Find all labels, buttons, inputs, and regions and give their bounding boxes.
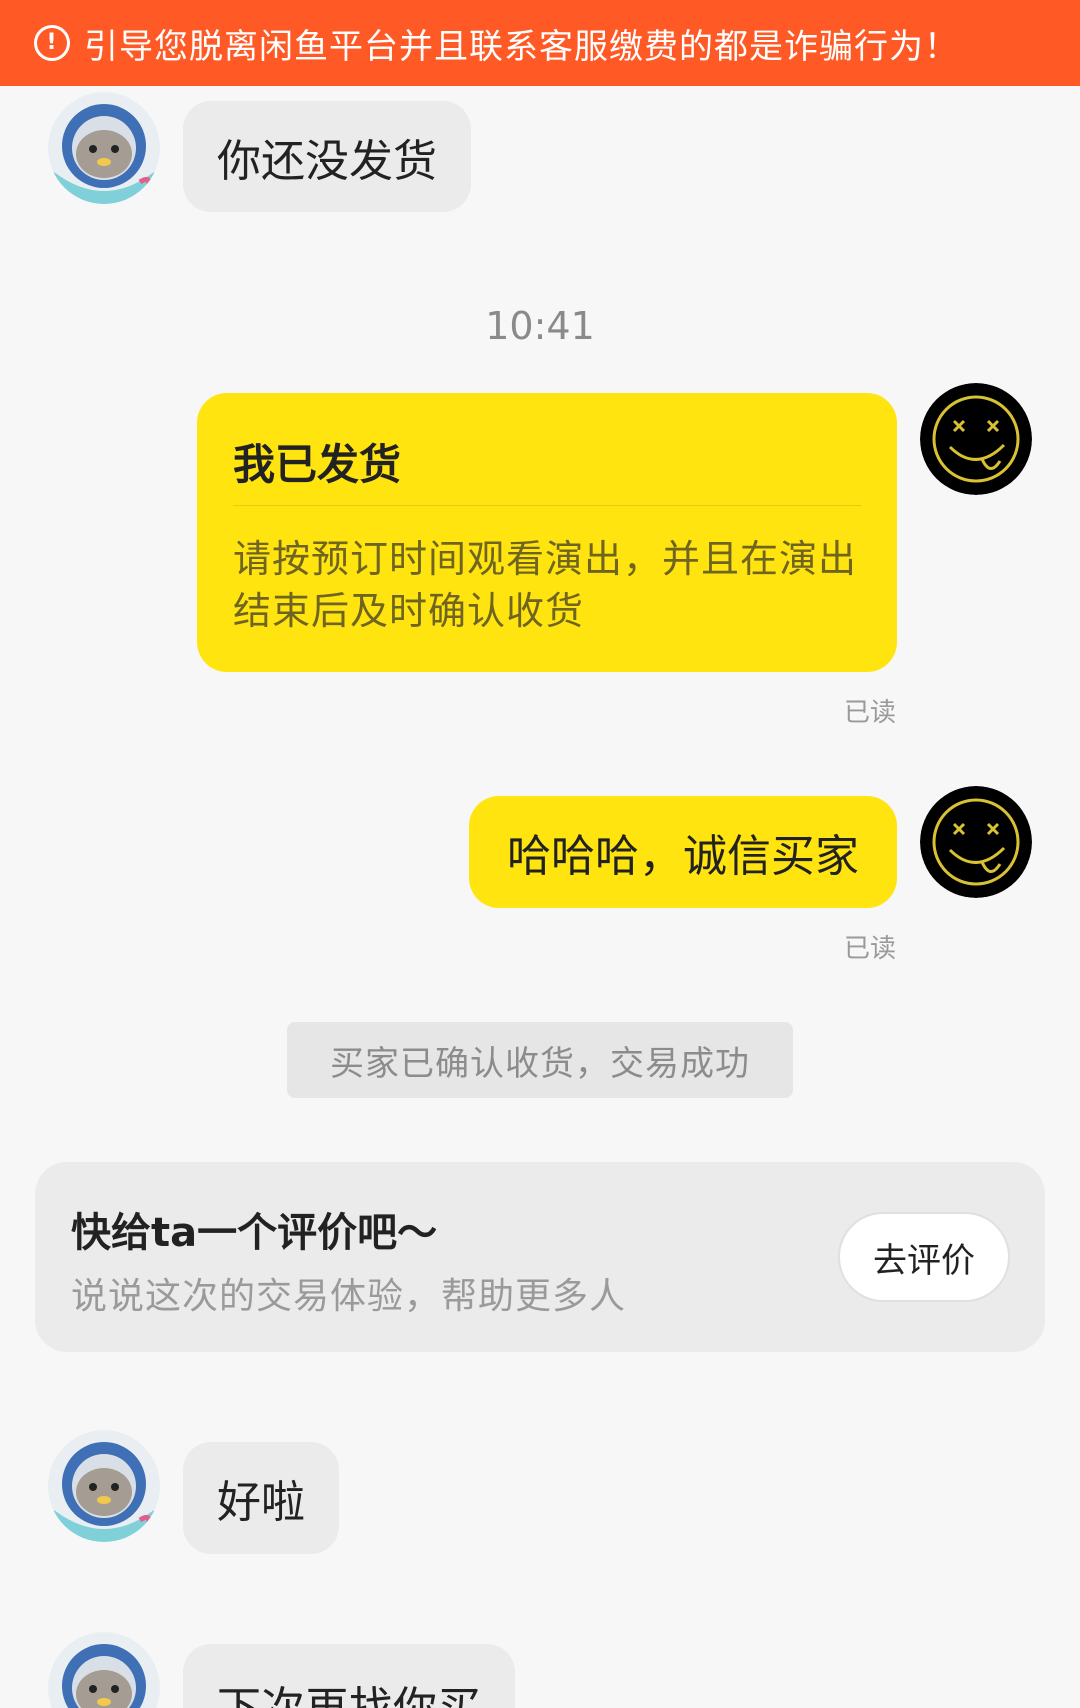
buyer-avatar[interactable] bbox=[48, 1430, 160, 1542]
buyer-avatar[interactable] bbox=[48, 1632, 160, 1708]
my-avatar[interactable] bbox=[920, 786, 1032, 898]
message-text: 下次再找你买 bbox=[217, 1672, 481, 1708]
card-body-line: 结束后及时确认收货 bbox=[233, 589, 585, 633]
read-status: 已读 bbox=[843, 698, 896, 728]
review-prompt-card: 快给ta一个评价吧～ 说说这次的交易体验，帮助更多人 去评价 bbox=[35, 1162, 1045, 1352]
message-timestamp: 10:41 bbox=[485, 304, 595, 348]
review-subtitle: 说说这次的交易体验，帮助更多人 bbox=[71, 1276, 627, 1317]
write-review-button[interactable]: 去评价 bbox=[838, 1212, 1010, 1302]
transaction-complete-note: 买家已确认收货，交易成功 bbox=[287, 1022, 793, 1098]
my-avatar[interactable] bbox=[920, 383, 1032, 495]
card-body: 请按预订时间观看演出，并且在演出 结束后及时确认收货 bbox=[233, 533, 857, 637]
buyer-avatar[interactable] bbox=[48, 92, 160, 204]
message-bubble-outgoing[interactable]: 哈哈哈，诚信买家 bbox=[469, 796, 897, 908]
fraud-warning-text: 引导您脱离闲鱼平台并且联系客服缴费的都是诈骗行为！ bbox=[84, 26, 959, 67]
message-text: 哈哈哈，诚信买家 bbox=[507, 831, 859, 882]
chat-screen: ! 引导您脱离闲鱼平台并且联系客服缴费的都是诈骗行为！ 你还没发货 10:41 … bbox=[0, 0, 1080, 1708]
message-bubble-incoming[interactable]: 下次再找你买 bbox=[183, 1644, 515, 1708]
system-note-text: 买家已确认收货，交易成功 bbox=[330, 1043, 750, 1084]
card-body-line: 请按预订时间观看演出，并且在演出 bbox=[233, 537, 858, 581]
shipped-notice-card[interactable]: 我已发货 请按预订时间观看演出，并且在演出 结束后及时确认收货 bbox=[197, 393, 897, 672]
message-text: 好啦 bbox=[217, 1477, 305, 1528]
read-status: 已读 bbox=[843, 934, 896, 964]
alert-circle-icon: ! bbox=[34, 25, 70, 61]
message-bubble-incoming[interactable]: 好啦 bbox=[183, 1442, 339, 1554]
review-title: 快给ta一个评价吧～ bbox=[71, 1210, 438, 1256]
card-title: 我已发货 bbox=[233, 440, 402, 489]
message-text: 你还没发货 bbox=[217, 135, 437, 187]
message-bubble-incoming[interactable]: 你还没发货 bbox=[183, 101, 471, 212]
card-divider bbox=[233, 505, 861, 506]
fraud-warning-banner: ! 引导您脱离闲鱼平台并且联系客服缴费的都是诈骗行为！ bbox=[0, 0, 1080, 86]
